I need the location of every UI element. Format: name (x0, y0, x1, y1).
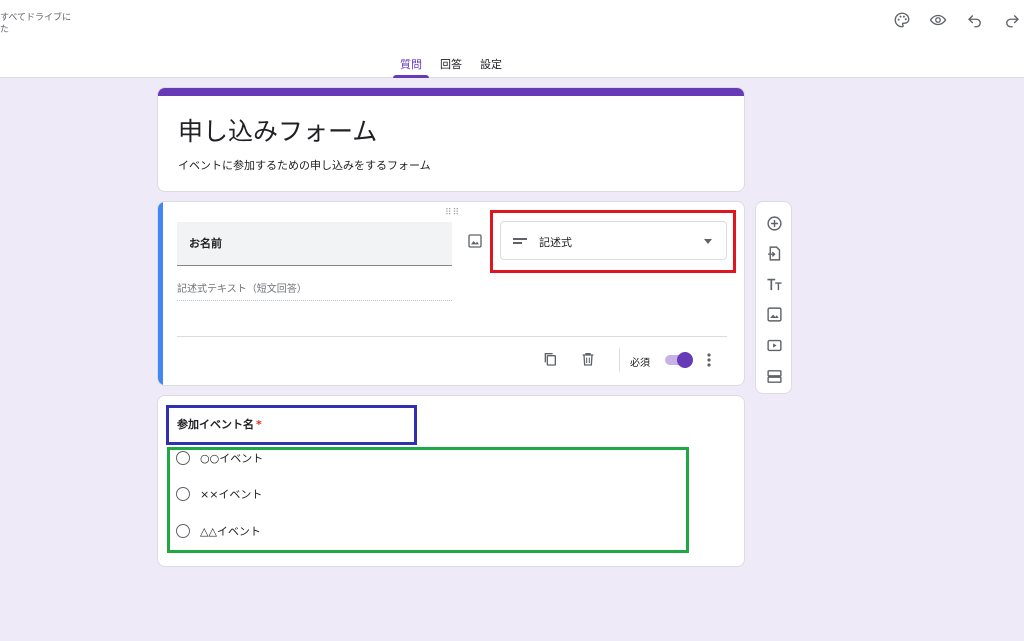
form-accent-bar (158, 88, 744, 96)
add-video-icon[interactable] (764, 335, 784, 355)
eye-icon[interactable] (928, 10, 948, 30)
toggle-knob (677, 352, 693, 368)
short-answer-icon (513, 238, 527, 244)
footer-separator (619, 348, 620, 372)
add-image-icon[interactable] (465, 231, 485, 251)
radio-button[interactable] (176, 524, 190, 538)
app-header: すべてドライブに た 質問 回答 設定 (0, 0, 1024, 78)
required-label: 必須 (630, 358, 650, 369)
question-title: 参加イベント名 * (177, 416, 262, 432)
question-card-event[interactable]: 参加イベント名 * ○○イベント ××イベント △△イベント (157, 395, 745, 567)
active-card-indicator (158, 202, 163, 385)
add-question-icon[interactable] (764, 213, 784, 233)
redo-icon[interactable] (1002, 10, 1022, 30)
more-options-icon[interactable] (703, 351, 715, 369)
tab-settings-label: 設定 (480, 58, 502, 71)
tab-responses-label: 回答 (440, 58, 462, 71)
add-title-icon[interactable] (764, 274, 784, 294)
option-label: ××イベント (200, 488, 263, 501)
tab-responses[interactable]: 回答 (438, 56, 464, 78)
active-tab-indicator (393, 75, 429, 78)
caret-down-icon (704, 239, 712, 244)
required-toggle[interactable] (663, 352, 693, 368)
radio-button[interactable] (176, 451, 190, 465)
card-divider (177, 336, 727, 337)
question-type-label: 記述式 (539, 236, 572, 249)
side-toolbar (755, 201, 792, 394)
add-section-icon[interactable] (764, 366, 784, 386)
question-title-text: 参加イベント名 (177, 418, 254, 431)
tab-questions[interactable]: 質問 (393, 56, 429, 78)
form-title-card[interactable]: 申し込みフォーム イベントに参加するための申し込みをするフォーム (157, 87, 745, 192)
form-title[interactable]: 申し込みフォーム (178, 112, 377, 148)
palette-icon[interactable] (892, 10, 912, 30)
question-title-field[interactable]: お名前 (177, 222, 452, 266)
option-label: △△イベント (200, 525, 261, 538)
add-image-tool-icon[interactable] (764, 304, 784, 324)
radio-button[interactable] (176, 487, 190, 501)
save-status: すべてドライブに た (0, 13, 72, 35)
drag-handle-icon[interactable]: ⠿⠿ (445, 208, 460, 218)
question-card-name[interactable]: ⠿⠿ お名前 記述式 記述式テキスト（短文回答） 必須 (157, 201, 745, 386)
import-questions-icon[interactable] (764, 243, 784, 263)
question-type-select[interactable]: 記述式 (500, 221, 727, 260)
tab-questions-label: 質問 (400, 58, 422, 71)
required-asterisk: * (256, 418, 262, 431)
form-description[interactable]: イベントに参加するための申し込みをするフォーム (178, 157, 431, 173)
tab-settings[interactable]: 設定 (478, 56, 504, 78)
answer-placeholder: 記述式テキスト（短文回答） (177, 280, 452, 301)
question-title: お名前 (189, 237, 222, 250)
option-label: ○○イベント (200, 452, 264, 465)
undo-icon[interactable] (965, 10, 985, 30)
duplicate-icon[interactable] (541, 350, 559, 368)
delete-icon[interactable] (579, 350, 597, 368)
